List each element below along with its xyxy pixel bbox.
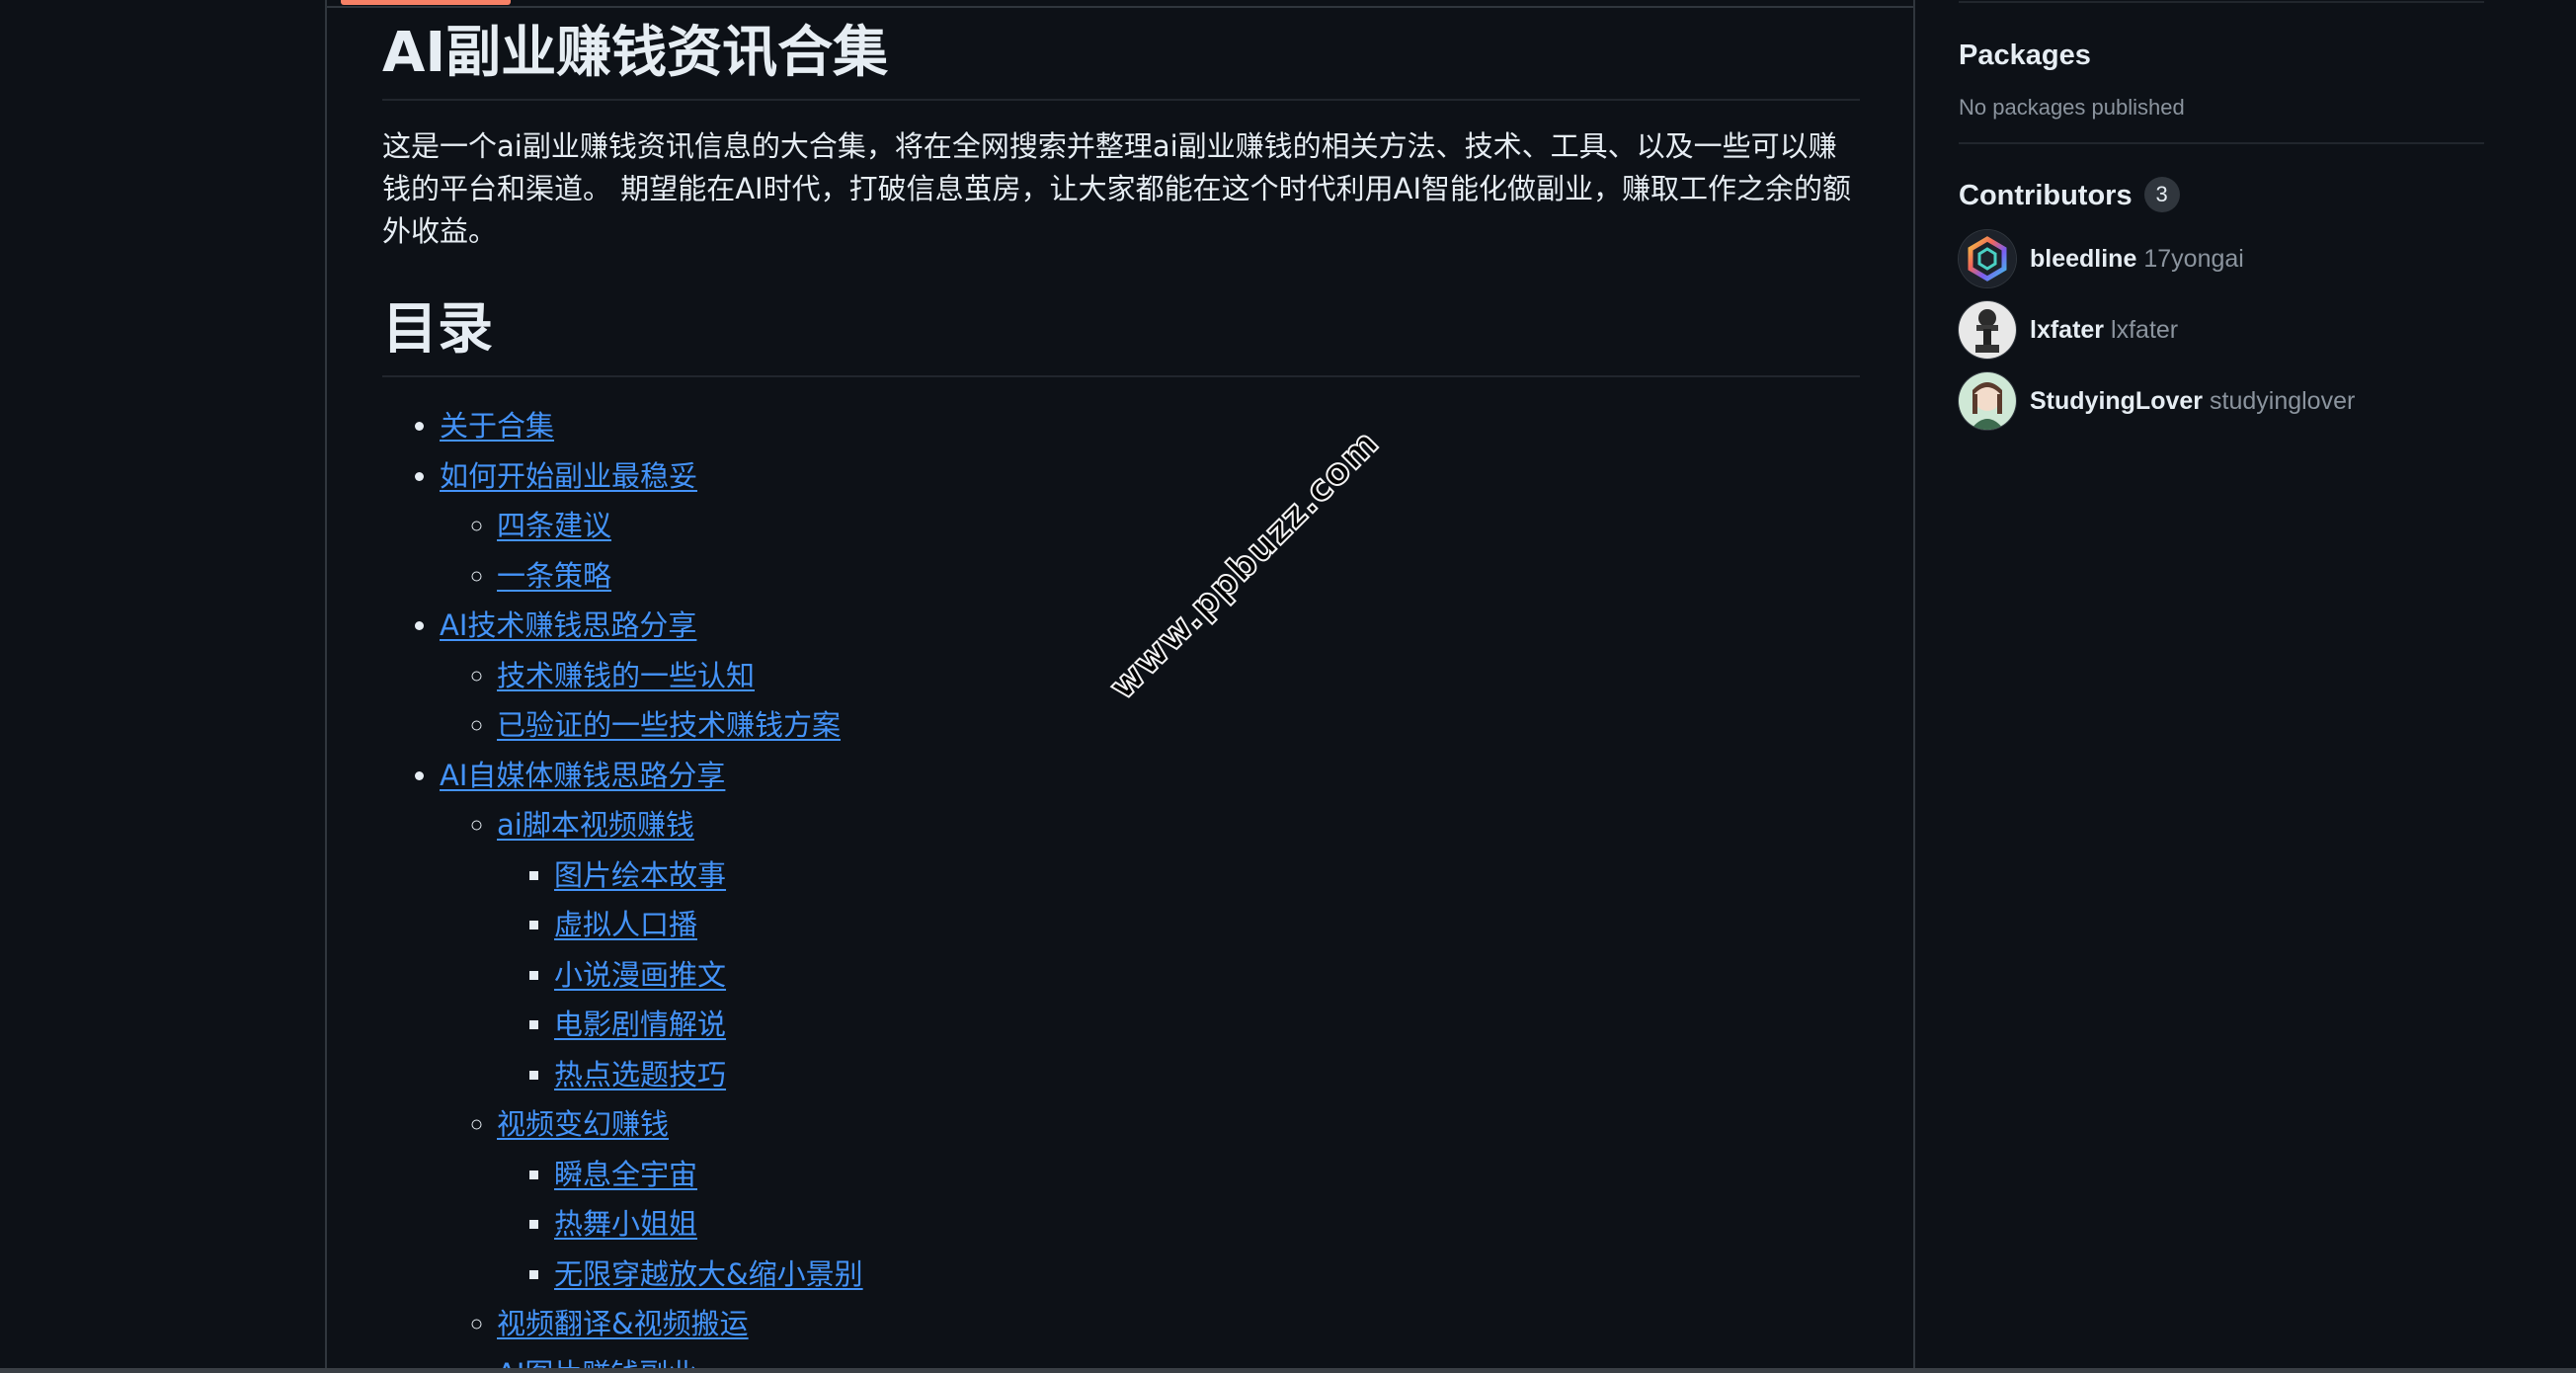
toc-subsubitem: 虚拟人口播 (554, 904, 1860, 946)
toc-link-script-video[interactable]: ai脚本视频赚钱 (497, 808, 694, 842)
toc-subsubitem: 热点选题技巧 (554, 1054, 1860, 1096)
contributors-list: bleedline 17yongai lxfater lxfater Study… (1959, 229, 2484, 431)
packages-section: Packages No packages published (1959, 36, 2484, 121)
contributor-name[interactable]: lxfater (2030, 316, 2104, 345)
toc-subitem: 四条建议 (497, 505, 1860, 547)
readme-title: AI副业赚钱资讯合集 (382, 18, 1860, 101)
avatar-studyinglover[interactable] (1959, 372, 2016, 430)
toc-link-picture-book[interactable]: 图片绘本故事 (554, 858, 726, 892)
toc-link-about[interactable]: 关于合集 (440, 409, 554, 443)
toc-link-four-tips[interactable]: 四条建议 (497, 509, 611, 542)
contributors-section: Contributors 3 bleedline 17yongai lxfate… (1959, 176, 2484, 431)
repo-sidebar: Packages No packages published Contribut… (1959, 0, 2484, 431)
toc-subitem: 视频翻译&视频搬运 (497, 1303, 1860, 1345)
contributor-login[interactable]: studyinglover (2210, 387, 2355, 416)
toc-link-ai-media[interactable]: AI自媒体赚钱思路分享 (440, 759, 725, 792)
sidebar-divider (1959, 1, 2484, 3)
toc-subitem: 一条策略 (497, 555, 1860, 598)
readme-intro: 这是一个ai副业赚钱资讯信息的大合集，将在全网搜索并整理ai副业赚钱的相关方法、… (382, 129, 1852, 248)
toc-link-dance[interactable]: 热舞小姐姐 (554, 1207, 697, 1241)
toc-subitem: ai脚本视频赚钱 图片绘本故事 虚拟人口播 小说漫画推文 电影剧情解说 热点选题… (497, 804, 1860, 1096)
packages-empty-text: No packages published (1959, 95, 2185, 120)
readme-header-border (327, 6, 1913, 8)
toc-item: 如何开始副业最稳妥 四条建议 一条策略 (440, 455, 1860, 598)
toc-list: 关于合集 如何开始副业最稳妥 四条建议 一条策略 AI技术赚钱思路分享 (382, 405, 1860, 1373)
toc-link-how-to-start[interactable]: 如何开始副业最稳妥 (440, 459, 697, 493)
toc-link-hot-topics[interactable]: 热点选题技巧 (554, 1058, 726, 1091)
contributor-row[interactable]: StudyingLover studyinglover (1959, 371, 2484, 431)
repo-page: AI副业赚钱资讯合集 这是一个ai副业赚钱资讯信息的大合集，将在全网搜索并整理a… (0, 0, 2576, 1373)
active-tab-indicator (341, 0, 511, 5)
contributors-heading-label: Contributors (1959, 180, 2133, 211)
toc-subsubitem: 热舞小姐姐 (554, 1203, 1860, 1246)
toc-link-video-transform[interactable]: 视频变幻赚钱 (497, 1107, 669, 1141)
toc-subitem: 已验证的一些技术赚钱方案 (497, 704, 1860, 747)
toc-subitem: 视频变幻赚钱 瞬息全宇宙 热舞小姐姐 无限穿越放大&缩小景别 (497, 1103, 1860, 1296)
toc-subitem: 技术赚钱的一些认知 (497, 655, 1860, 697)
toc-link-multiverse[interactable]: 瞬息全宇宙 (554, 1158, 697, 1191)
toc-subsubitem: 图片绘本故事 (554, 854, 1860, 897)
packages-heading[interactable]: Packages (1959, 36, 2484, 75)
toc-subsubitem: 小说漫画推文 (554, 954, 1860, 997)
contributor-row[interactable]: lxfater lxfater (1959, 300, 2484, 360)
toc-link-tech-cognition[interactable]: 技术赚钱的一些认知 (497, 659, 755, 692)
toc-item: 关于合集 (440, 405, 1860, 447)
toc-subsublist: 图片绘本故事 虚拟人口播 小说漫画推文 电影剧情解说 热点选题技巧 (497, 854, 1860, 1096)
contributor-login[interactable]: 17yongai (2143, 245, 2243, 274)
toc-sublist: ai脚本视频赚钱 图片绘本故事 虚拟人口播 小说漫画推文 电影剧情解说 热点选题… (440, 804, 1860, 1373)
toc-subsublist: 瞬息全宇宙 热舞小姐姐 无限穿越放大&缩小景别 (497, 1154, 1860, 1296)
contributor-row[interactable]: bleedline 17yongai (1959, 229, 2484, 288)
toc-link-one-strategy[interactable]: 一条策略 (497, 559, 611, 593)
toc-subsubitem: 无限穿越放大&缩小景别 (554, 1253, 1860, 1296)
contributor-name[interactable]: StudyingLover (2030, 387, 2203, 416)
window-bottom-edge (0, 1368, 2576, 1373)
contributors-count-badge: 3 (2143, 177, 2180, 212)
toc-subsubitem: 电影剧情解说 (554, 1004, 1860, 1046)
toc-link-novel-comic[interactable]: 小说漫画推文 (554, 958, 726, 992)
contributor-name[interactable]: bleedline (2030, 245, 2136, 274)
toc-heading: 目录 (382, 292, 1860, 377)
sidebar-divider (1959, 142, 2484, 144)
avatar-lxfater[interactable] (1959, 301, 2016, 359)
toc-subsubitem: 瞬息全宇宙 (554, 1154, 1860, 1196)
contributor-login[interactable]: lxfater (2111, 316, 2178, 345)
toc-sublist: 四条建议 一条策略 (440, 505, 1860, 598)
toc-link-movie-commentary[interactable]: 电影剧情解说 (554, 1008, 726, 1041)
toc-link-verified-plans[interactable]: 已验证的一些技术赚钱方案 (497, 708, 841, 742)
avatar-bleedline[interactable] (1959, 230, 2016, 287)
toc-link-video-translate[interactable]: 视频翻译&视频搬运 (497, 1307, 749, 1340)
contributors-heading[interactable]: Contributors 3 (1959, 176, 2484, 215)
toc-item: AI自媒体赚钱思路分享 ai脚本视频赚钱 图片绘本故事 虚拟人口播 小说漫画推文… (440, 755, 1860, 1373)
toc-link-virtual-host[interactable]: 虚拟人口播 (554, 908, 697, 941)
toc-link-ai-tech[interactable]: AI技术赚钱思路分享 (440, 608, 696, 642)
toc-link-infinite-zoom[interactable]: 无限穿越放大&缩小景别 (554, 1257, 863, 1291)
